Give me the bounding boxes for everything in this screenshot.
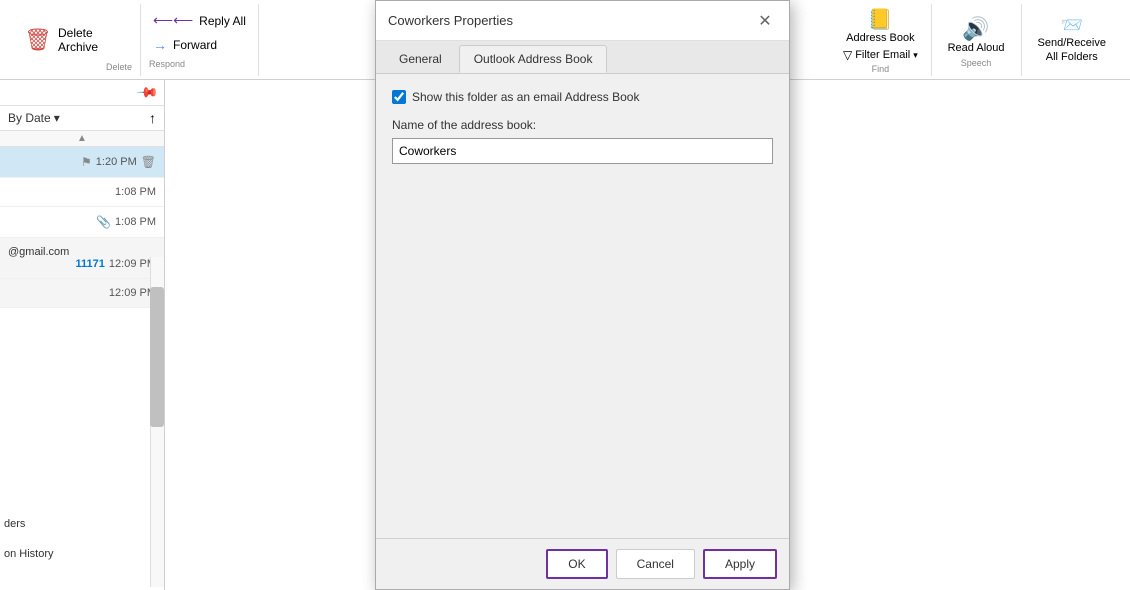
modal-title: Coworkers Properties xyxy=(388,13,513,28)
reply-all-icon: ⟵⟵ xyxy=(153,12,193,29)
email-time: 1:20 PM xyxy=(96,156,137,168)
filter-email-button[interactable]: ▽ Filter Email ▾ xyxy=(843,48,918,62)
address-book-name-label: Name of the address book: xyxy=(392,118,773,132)
forward-button[interactable]: → Forward xyxy=(149,35,221,55)
left-panel: 📌 By Date ▾ ↑ ▲ ⚑ 1:20 PM 🗑 xyxy=(0,80,165,590)
attachment-icon: 📎 xyxy=(96,215,111,229)
delete-icon: 🗑 xyxy=(22,24,54,56)
email-time: 1:08 PM xyxy=(115,186,156,198)
email-meta: 12:09 PM xyxy=(8,287,156,299)
respond-section: ⟵⟵ Reply All → Forward Respond xyxy=(141,4,259,76)
list-item[interactable]: 1:08 PM xyxy=(0,178,164,207)
email-meta: ⚑ 1:20 PM 🗑 xyxy=(8,155,156,169)
up-arrow-icon: ▲ xyxy=(77,133,87,144)
modal-close-button[interactable]: ✕ xyxy=(753,9,777,33)
filter-email-label: Filter Email xyxy=(855,49,910,61)
scrollbar-thumb[interactable] xyxy=(150,287,164,427)
pin-icon[interactable]: 📌 xyxy=(135,80,159,104)
email-meta: 11171 12:09 PM xyxy=(8,258,156,270)
filter-dropdown-icon: ▾ xyxy=(913,50,918,61)
forward-label: Forward xyxy=(173,38,217,52)
list-item[interactable]: 📎 1:08 PM xyxy=(0,207,164,238)
address-book-label: Address Book xyxy=(846,32,914,44)
tab-general[interactable]: General xyxy=(384,45,457,73)
send-receive-section: 📨 Send/ReceiveAll Folders xyxy=(1022,4,1123,76)
email-time: 1:08 PM xyxy=(115,216,156,228)
sort-bar: By Date ▾ ↑ xyxy=(0,106,164,131)
email-badge: 11171 xyxy=(76,258,105,270)
send-receive-button[interactable]: 📨 Send/ReceiveAll Folders xyxy=(1032,11,1113,69)
archive-label: Archive xyxy=(58,40,98,54)
panel-header: 📌 xyxy=(0,80,164,106)
delete-label: Delete xyxy=(58,26,98,40)
sort-direction-icon[interactable]: ↑ xyxy=(149,110,156,126)
trash-icon[interactable]: 🗑 xyxy=(141,155,156,169)
sidebar-item-ders[interactable]: ders xyxy=(4,518,25,530)
filter-icon: ▽ xyxy=(843,48,852,62)
modal-tabs: General Outlook Address Book xyxy=(376,41,789,74)
reply-all-button[interactable]: ⟵⟵ Reply All xyxy=(149,10,250,31)
read-aloud-label: Read Aloud xyxy=(948,42,1005,54)
scrollbar-track xyxy=(150,257,164,587)
forward-icon: → xyxy=(153,37,167,53)
sort-label: By Date xyxy=(8,111,51,125)
delete-section: 🗑 Delete Archive Delete xyxy=(8,4,141,76)
ok-button[interactable]: OK xyxy=(546,549,607,579)
send-receive-label: Send/ReceiveAll Folders xyxy=(1038,36,1107,65)
modal-content: Show this folder as an email Address Boo… xyxy=(376,74,789,538)
modal-footer: OK Cancel Apply xyxy=(376,538,789,589)
sort-button[interactable]: By Date ▾ xyxy=(8,111,60,125)
email-sender: @gmail.com xyxy=(8,246,156,258)
tab-outlook-address-book[interactable]: Outlook Address Book xyxy=(459,45,608,73)
checkbox-label: Show this folder as an email Address Boo… xyxy=(412,90,639,104)
cancel-button[interactable]: Cancel xyxy=(616,549,695,579)
delete-section-label: Delete xyxy=(106,62,132,72)
address-book-icon: 📒 xyxy=(868,7,893,32)
speech-section: 🔊 Read Aloud Speech xyxy=(932,4,1022,76)
read-aloud-icon: 🔊 xyxy=(962,16,989,42)
apply-button[interactable]: Apply xyxy=(703,549,777,579)
reply-all-label: Reply All xyxy=(199,14,246,28)
email-time: 12:09 PM xyxy=(109,287,156,299)
address-book-name-input[interactable] xyxy=(392,138,773,164)
sort-dropdown-icon: ▾ xyxy=(54,111,60,125)
email-meta: 📎 1:08 PM xyxy=(8,215,156,229)
list-item[interactable]: @gmail.com 11171 12:09 PM xyxy=(0,238,164,279)
list-item[interactable]: ⚑ 1:20 PM 🗑 xyxy=(0,147,164,178)
respond-section-label: Respond xyxy=(149,59,185,69)
speech-section-label: Speech xyxy=(961,58,992,68)
send-receive-icon: 📨 xyxy=(1061,15,1083,36)
find-section: 📒 Address Book ▽ Filter Email ▾ Find xyxy=(830,4,931,76)
flag-icon: ⚑ xyxy=(81,155,92,169)
read-aloud-button[interactable]: 🔊 Read Aloud xyxy=(942,12,1011,58)
modal-titlebar: Coworkers Properties ✕ xyxy=(376,1,789,41)
find-section-label: Find xyxy=(872,64,890,74)
sidebar-item-history[interactable]: on History xyxy=(4,548,54,560)
scroll-up-arrow[interactable]: ▲ xyxy=(0,131,164,147)
coworkers-properties-dialog: Coworkers Properties ✕ General Outlook A… xyxy=(375,0,790,590)
checkbox-row: Show this folder as an email Address Boo… xyxy=(392,90,773,104)
email-meta: 1:08 PM xyxy=(8,186,156,198)
delete-button[interactable]: 🗑 Delete Archive xyxy=(16,20,104,60)
address-book-button[interactable]: 📒 Address Book xyxy=(840,5,920,46)
show-as-address-book-checkbox[interactable] xyxy=(392,90,406,104)
email-time: 12:09 PM xyxy=(109,258,156,270)
list-item[interactable]: 12:09 PM xyxy=(0,279,164,308)
